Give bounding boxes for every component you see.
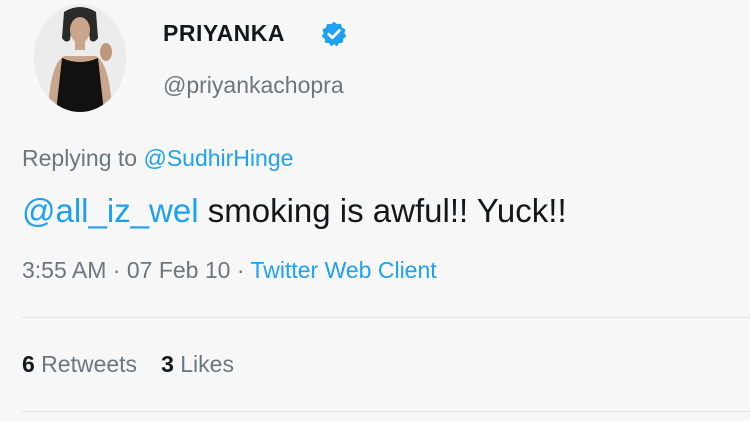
replying-to-line: Replying to @SudhirHinge: [22, 145, 293, 172]
verified-badge-icon: [320, 20, 348, 48]
tweet-time[interactable]: 3:55 AM: [22, 257, 106, 283]
divider: [22, 317, 750, 318]
tweet-mention-link[interactable]: @all_iz_wel: [22, 192, 199, 229]
tweet-client-link[interactable]: Twitter Web Client: [250, 257, 436, 283]
retweets-stat[interactable]: 6 Retweets: [22, 351, 137, 377]
author-handle[interactable]: @priyankachopra: [163, 72, 344, 99]
author-name[interactable]: PRIYANKA: [163, 20, 285, 47]
retweets-label: Retweets: [34, 351, 138, 377]
retweets-count: 6: [22, 351, 35, 377]
replying-to-label: Replying to: [22, 145, 144, 171]
divider: [22, 411, 750, 412]
meta-separator: ·: [230, 257, 251, 283]
tweet-text: @all_iz_wel smoking is awful!! Yuck!!: [22, 192, 567, 230]
tweet-stats: 6 Retweets 3 Likes: [22, 351, 234, 378]
tweet-date[interactable]: 07 Feb 10: [127, 257, 231, 283]
meta-separator: ·: [106, 257, 127, 283]
avatar[interactable]: [34, 4, 126, 112]
tweet-card: PRIYANKA @priyankachopra Replying to @Su…: [0, 0, 750, 421]
likes-stat[interactable]: 3 Likes: [161, 351, 234, 377]
likes-count: 3: [161, 351, 174, 377]
replying-to-mention-link[interactable]: @SudhirHinge: [143, 145, 293, 171]
likes-label: Likes: [173, 351, 234, 377]
avatar-image: [34, 4, 126, 112]
tweet-metadata: 3:55 AM · 07 Feb 10 · Twitter Web Client: [22, 257, 437, 284]
tweet-body-text: smoking is awful!! Yuck!!: [198, 192, 567, 229]
